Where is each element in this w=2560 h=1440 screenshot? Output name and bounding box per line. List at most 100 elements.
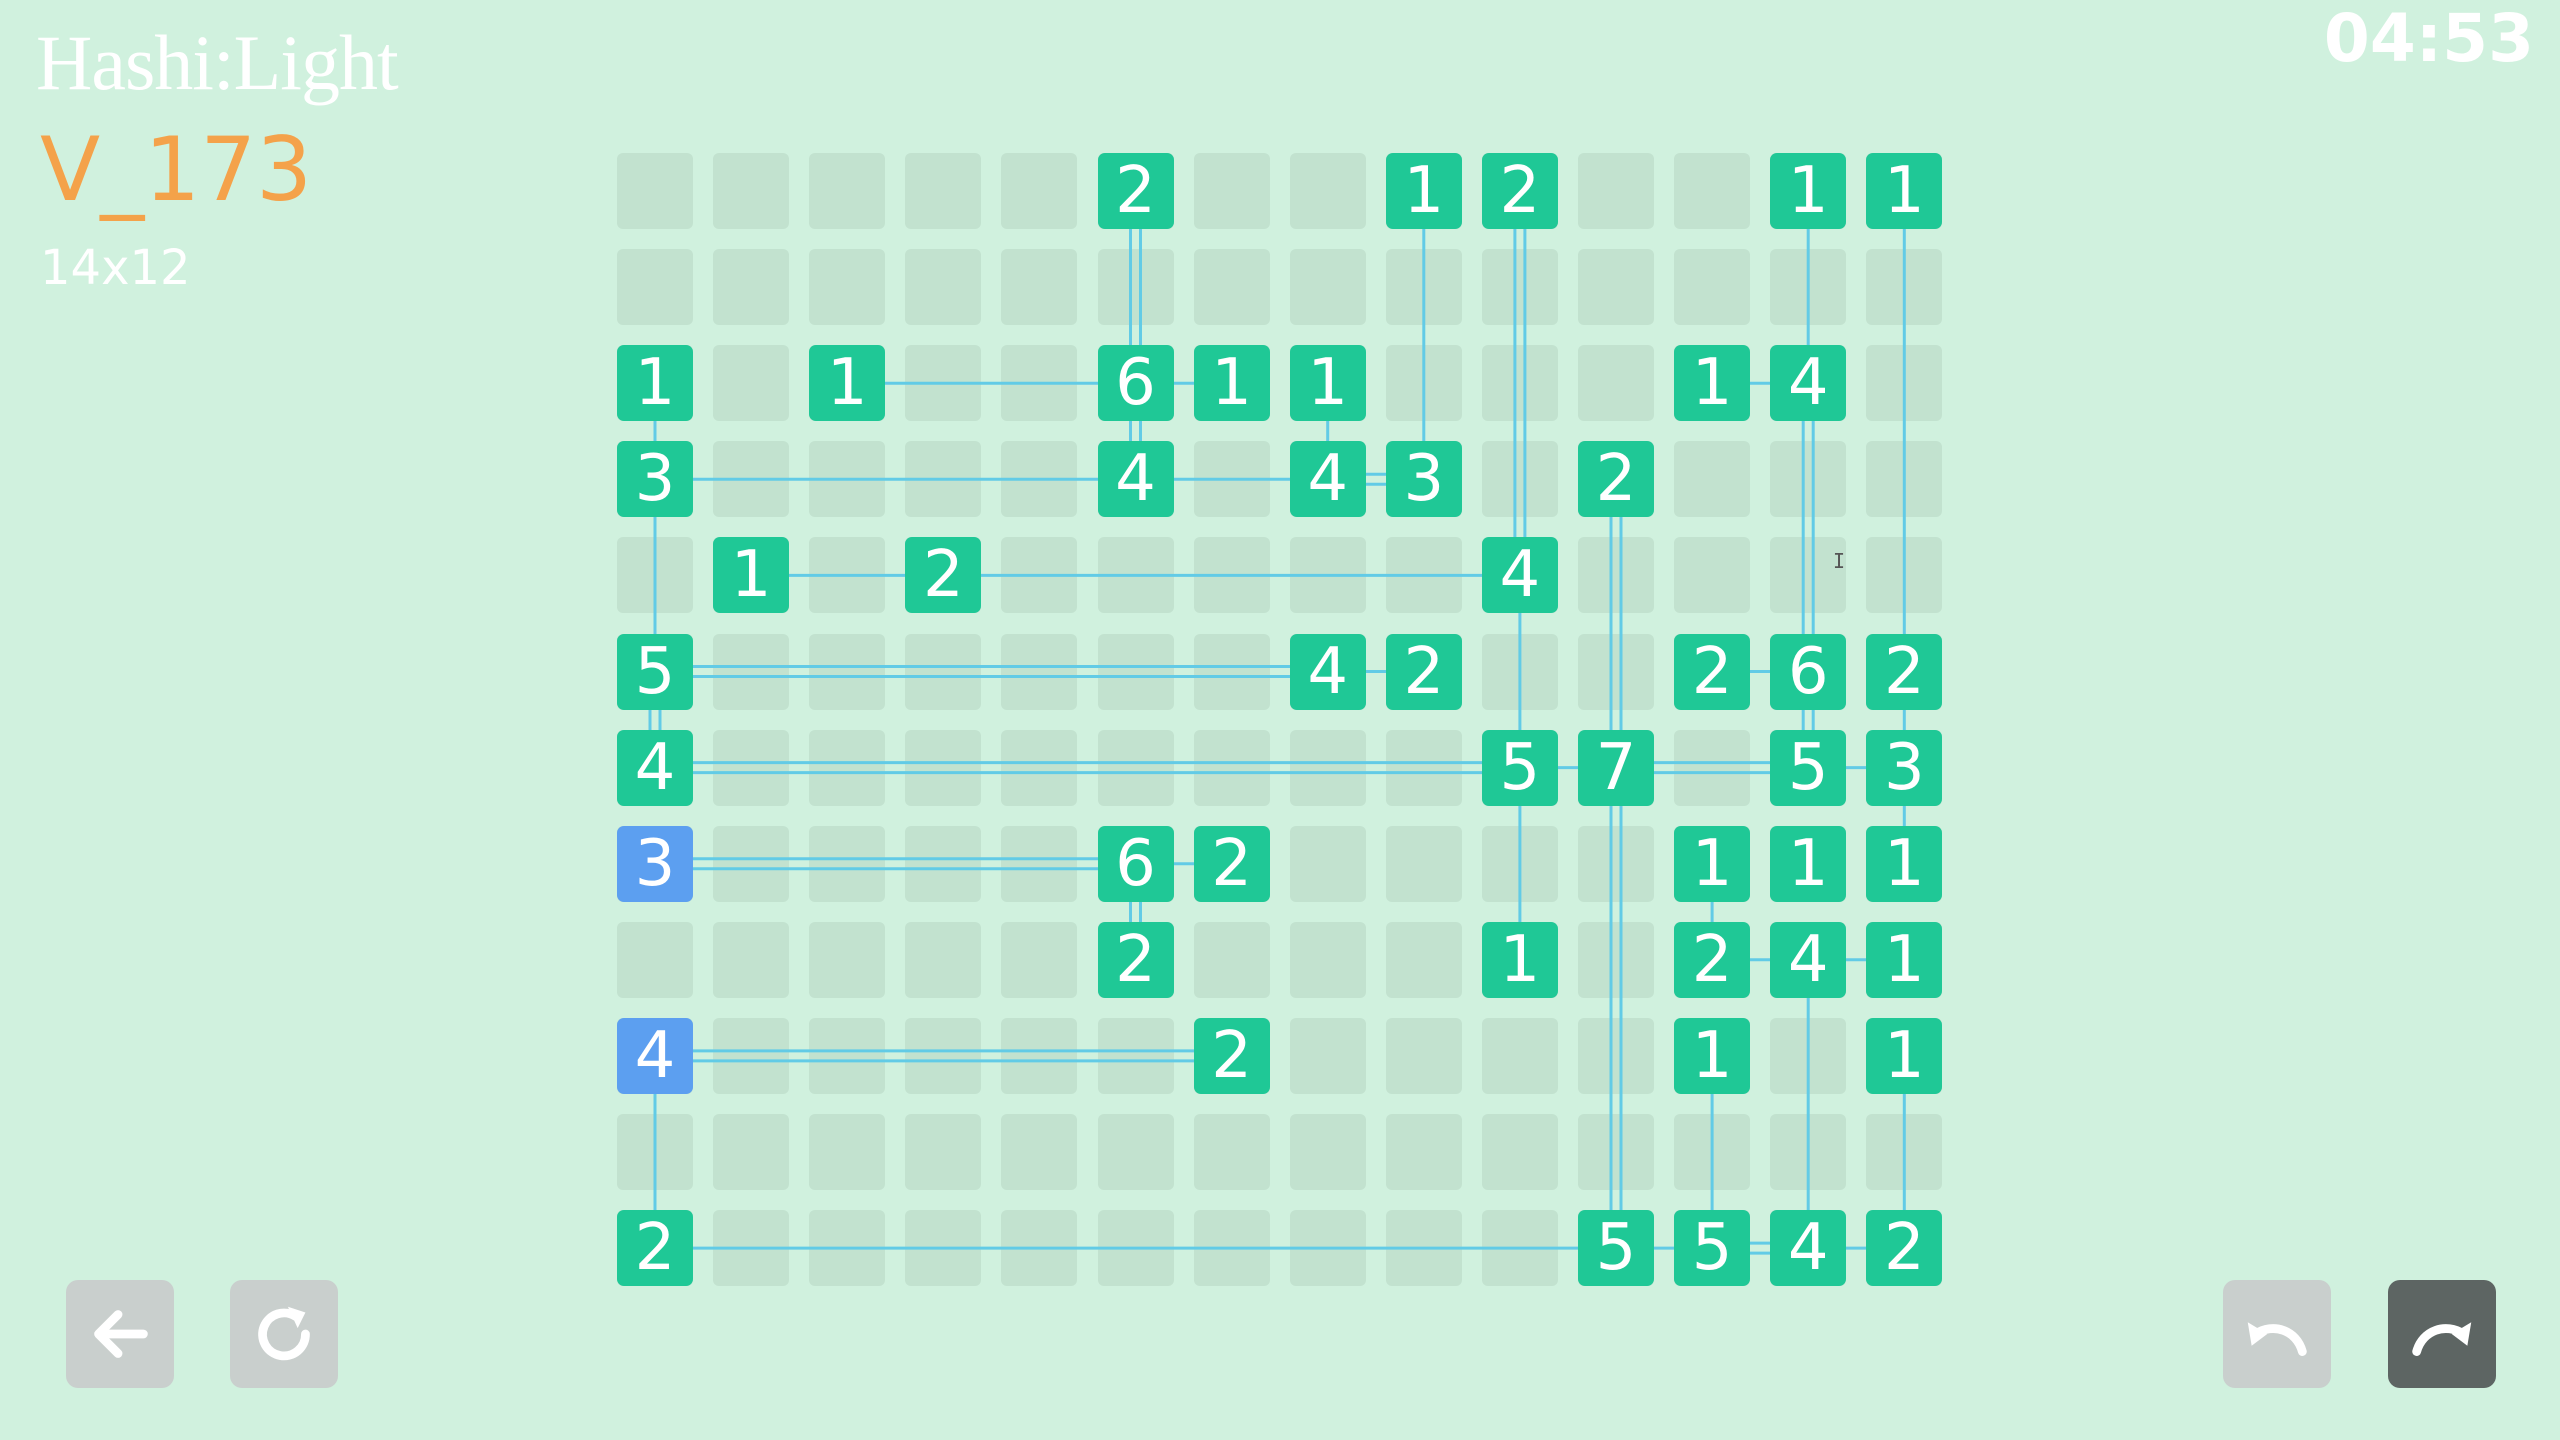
island[interactable]: 1 — [1866, 153, 1943, 229]
grid-cell — [809, 441, 886, 518]
island[interactable]: 2 — [1866, 1210, 1943, 1287]
island[interactable]: 7 — [1578, 729, 1654, 806]
island[interactable]: 4 — [1289, 633, 1366, 710]
island[interactable]: 4 — [1481, 537, 1558, 614]
island[interactable]: 2 — [1481, 153, 1558, 229]
grid-cell — [905, 1210, 982, 1287]
island[interactable]: 2 — [1578, 441, 1654, 518]
island[interactable]: 4 — [1770, 345, 1847, 422]
grid-cell — [1385, 249, 1462, 326]
island[interactable]: 2 — [617, 1210, 693, 1287]
grid-cell — [617, 921, 693, 998]
island[interactable]: 2 — [1097, 153, 1174, 229]
island[interactable]: 4 — [1289, 441, 1366, 518]
island[interactable]: 1 — [1770, 825, 1847, 902]
island[interactable]: 6 — [1097, 345, 1174, 422]
island[interactable]: 2 — [1097, 921, 1174, 998]
grid-cell — [617, 153, 693, 229]
grid-cell — [1385, 1210, 1462, 1287]
island[interactable]: 1 — [1866, 921, 1943, 998]
grid-cell — [1193, 729, 1270, 806]
grid-cell — [809, 1114, 886, 1190]
redo-button[interactable] — [2388, 1280, 2496, 1388]
island[interactable]: 5 — [1674, 1210, 1751, 1287]
grid-cell — [1001, 441, 1078, 518]
grid-cell — [1578, 825, 1654, 902]
island[interactable]: 4 — [1770, 1210, 1847, 1287]
island[interactable]: 5 — [1481, 729, 1558, 806]
island[interactable]: 4 — [1097, 441, 1174, 518]
island[interactable]: 4 — [617, 729, 693, 806]
island[interactable]: 1 — [1866, 825, 1943, 902]
island[interactable]: 6 — [1097, 825, 1174, 902]
island[interactable]: 4 — [1770, 921, 1847, 998]
island[interactable]: 1 — [809, 345, 886, 422]
grid-cell — [713, 153, 790, 229]
grid-cell — [1097, 729, 1174, 806]
island[interactable]: 5 — [1578, 1210, 1654, 1287]
grid-cell — [809, 1017, 886, 1094]
redo-icon — [2412, 1322, 2472, 1356]
island[interactable]: 3 — [617, 825, 693, 902]
island[interactable]: 1 — [1385, 153, 1462, 229]
island[interactable]: 3 — [1385, 441, 1462, 518]
restart-button[interactable] — [230, 1280, 338, 1388]
island[interactable]: 1 — [1289, 345, 1366, 422]
island[interactable]: 2 — [1193, 825, 1270, 902]
island[interactable]: 5 — [1770, 729, 1847, 806]
island[interactable]: 3 — [617, 441, 693, 518]
island[interactable]: 1 — [1481, 921, 1558, 998]
grid-cell — [1770, 249, 1847, 326]
island[interactable]: 2 — [1674, 921, 1751, 998]
grid-cell — [713, 1210, 790, 1287]
grid-cell — [1193, 441, 1270, 518]
grid-cell — [809, 729, 886, 806]
puzzle-board[interactable]: 2121111611143443212454226245753362111212… — [0, 0, 2560, 1440]
island[interactable]: 1 — [1674, 1017, 1751, 1094]
island[interactable]: 4 — [617, 1017, 693, 1094]
grid-cell — [713, 729, 790, 806]
island[interactable]: 6 — [1770, 633, 1847, 710]
grid-cell — [1674, 537, 1751, 614]
back-arrow-icon — [94, 1310, 148, 1358]
island[interactable]: 1 — [1770, 153, 1847, 229]
grid-cell — [905, 729, 982, 806]
island[interactable]: 1 — [1866, 1017, 1943, 1094]
grid-cell — [1385, 825, 1462, 902]
grid-cell — [809, 633, 886, 710]
island[interactable]: 2 — [1385, 633, 1462, 710]
grid-cell — [1001, 729, 1078, 806]
grid-cell — [1674, 153, 1751, 229]
island[interactable]: 2 — [1674, 633, 1751, 710]
island[interactable]: 1 — [1674, 825, 1751, 902]
island[interactable]: 1 — [617, 345, 693, 422]
island[interactable]: 5 — [617, 633, 693, 710]
grid-cell — [1289, 1017, 1366, 1094]
grid-cell — [1578, 1017, 1654, 1094]
grid-cell — [1578, 1114, 1654, 1190]
grid-cell — [1289, 921, 1366, 998]
grid-cell — [1097, 249, 1174, 326]
island[interactable]: 1 — [713, 537, 790, 614]
grid-cell — [1289, 537, 1366, 614]
grid-size: 14x12 — [40, 240, 191, 296]
grid-cell — [809, 153, 886, 229]
grid-cell — [1866, 1114, 1943, 1190]
grid-cell — [905, 153, 982, 229]
grid-cell — [1193, 633, 1270, 710]
island[interactable]: 2 — [905, 537, 982, 614]
island[interactable]: 2 — [1193, 1017, 1270, 1094]
island[interactable]: 1 — [1193, 345, 1270, 422]
grid-cell — [1001, 1114, 1078, 1190]
island[interactable]: 2 — [1866, 633, 1943, 710]
grid-cell — [1770, 1114, 1847, 1190]
back-button[interactable] — [66, 1280, 174, 1388]
grid-cell — [1481, 825, 1558, 902]
undo-button[interactable] — [2223, 1280, 2331, 1388]
grid-cell — [713, 1114, 790, 1190]
island[interactable]: 3 — [1866, 729, 1943, 806]
island[interactable]: 1 — [1674, 345, 1751, 422]
grid-cell — [905, 441, 982, 518]
restart-icon — [258, 1306, 310, 1361]
grid-cell — [1674, 1114, 1751, 1190]
